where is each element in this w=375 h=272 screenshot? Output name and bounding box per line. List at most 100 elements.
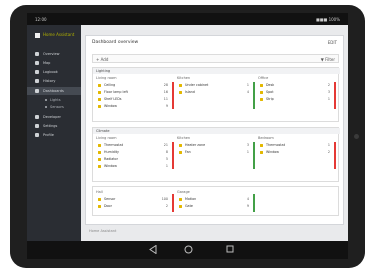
android-nav-bar	[27, 241, 348, 259]
bulb-icon	[98, 97, 101, 101]
list-item[interactable]: Island 4	[177, 89, 251, 95]
group-title: Kitchen	[177, 136, 191, 140]
list-item[interactable]: Motion 4	[177, 196, 251, 202]
group-title: Living room	[96, 76, 117, 80]
camera-icon	[354, 134, 359, 139]
row-value: 1	[246, 150, 249, 154]
sidebar-item-settings[interactable]: Settings	[27, 122, 81, 130]
row-label: Fan	[185, 150, 191, 154]
gear-icon	[35, 124, 39, 128]
list-item[interactable]: Heater zone 3	[177, 142, 251, 148]
severity-bar	[253, 194, 255, 212]
list-item[interactable]: Thermostat 21	[96, 142, 170, 148]
dashboards-icon	[35, 89, 39, 93]
list-item[interactable]: Window 9	[96, 103, 170, 109]
sensor-icon	[98, 197, 101, 201]
row-label: Strip	[266, 97, 274, 101]
sensor-icon	[98, 164, 101, 168]
sensor-icon	[260, 143, 263, 147]
sidebar: Home Assistant Overview Map Logbook Hist…	[27, 25, 81, 241]
sidebar-item-label: Developer	[43, 114, 62, 119]
section-misc: Hall Sensor 100 Door 2 Garage Motion 4 Gate…	[92, 186, 339, 216]
status-time: 12:00	[35, 17, 47, 22]
section-lighting: Lighting Living room Ceiling 28 Floor lam…	[92, 67, 340, 122]
row-value: 3	[246, 143, 249, 147]
bulb-icon	[260, 97, 263, 101]
list-item[interactable]: Desk 2	[258, 82, 332, 88]
row-value: 8	[165, 150, 168, 154]
back-icon[interactable]	[149, 245, 157, 254]
row-label: Sensor	[104, 197, 116, 201]
severity-bar	[172, 82, 174, 109]
list-item[interactable]: Ceiling 28	[96, 82, 170, 88]
row-label: Under cabinet	[185, 83, 209, 87]
list-item[interactable]: Thermostat 1	[258, 142, 332, 148]
row-label: Door	[104, 204, 112, 208]
bulb-icon	[179, 83, 182, 87]
group-title: Hall	[96, 190, 103, 194]
sensor-icon	[179, 197, 182, 201]
group-title: Kitchen	[177, 76, 191, 80]
list-item[interactable]: Humidity 8	[96, 149, 170, 155]
list-item[interactable]: Strip 1	[258, 96, 332, 102]
list-item[interactable]: Fan 1	[177, 149, 251, 155]
sidebar-item-overview[interactable]: Overview	[27, 50, 81, 58]
add-button[interactable]: + Add	[96, 57, 108, 62]
row-label: Gate	[185, 204, 193, 208]
list-item[interactable]: Spot 3	[258, 89, 332, 95]
logbook-icon	[35, 70, 39, 74]
row-label: Spot	[266, 90, 274, 94]
sidebar-subitem-sensors[interactable]: Sensors	[27, 103, 81, 110]
list-item[interactable]: Under cabinet 1	[177, 82, 251, 88]
list-item[interactable]: Door 2	[96, 203, 170, 209]
sidebar-item-developer[interactable]: Developer	[27, 113, 81, 121]
sidebar-subitem-label: Sensors	[50, 104, 64, 109]
overview-icon	[35, 52, 39, 56]
status-icons: ■■■ 100%	[315, 17, 340, 22]
dashboard-panel: Dashboard overview EDIT + Add ▼ Filter L…	[85, 35, 344, 225]
row-label: Window	[266, 150, 279, 154]
row-value: 4	[246, 197, 249, 201]
filter-button[interactable]: ▼ Filter	[321, 57, 335, 62]
brand[interactable]: Home Assistant	[35, 32, 81, 40]
recents-icon[interactable]	[226, 245, 234, 253]
list-item[interactable]: Sensor 100	[96, 196, 170, 202]
list-item[interactable]: Gate 9	[177, 203, 251, 209]
brand-name: Home Assistant	[43, 32, 75, 37]
list-item[interactable]: Window 1	[96, 163, 170, 169]
bulb-icon	[98, 104, 101, 108]
row-label: Ceiling	[104, 83, 116, 87]
row-value: 100	[161, 197, 168, 201]
sidebar-item-map[interactable]: Map	[27, 59, 81, 67]
bulb-icon	[260, 83, 263, 87]
severity-bar	[253, 142, 255, 169]
sensor-icon	[98, 143, 101, 147]
row-label: Window	[104, 164, 117, 168]
edit-button[interactable]: EDIT	[328, 40, 337, 45]
sidebar-item-label: Dashboards	[43, 88, 64, 93]
list-item[interactable]: Floor lamp left 16	[96, 89, 170, 95]
sensor-icon	[179, 143, 182, 147]
sidebar-item-logbook[interactable]: Logbook	[27, 68, 81, 76]
row-label: Humidity	[104, 150, 119, 154]
list-item[interactable]: Window 2	[258, 149, 332, 155]
row-value: 4	[246, 90, 249, 94]
sidebar-item-label: History	[43, 78, 56, 83]
sidebar-item-profile[interactable]: Profile	[27, 131, 81, 139]
row-value: 2	[165, 204, 168, 208]
sensor-icon	[260, 150, 263, 154]
toolbar: + Add ▼ Filter	[92, 54, 339, 63]
sidebar-item-label: Overview	[43, 51, 60, 56]
home-circle-icon[interactable]	[184, 245, 193, 254]
sensor-icon	[98, 150, 101, 154]
group-title: Bedroom	[258, 136, 274, 140]
bulb-icon	[179, 90, 182, 94]
list-item[interactable]: Shelf LEDs 11	[96, 96, 170, 102]
section-header: Climate	[93, 128, 340, 134]
list-item[interactable]: Radiator 5	[96, 156, 170, 162]
sidebar-item-history[interactable]: History	[27, 77, 81, 85]
row-label: Thermostat	[104, 143, 123, 147]
sidebar-subitem-lights[interactable]: Lights	[27, 96, 81, 103]
sidebar-item-dashboards[interactable]: Dashboards	[27, 87, 81, 95]
group-title: Office	[258, 76, 269, 80]
